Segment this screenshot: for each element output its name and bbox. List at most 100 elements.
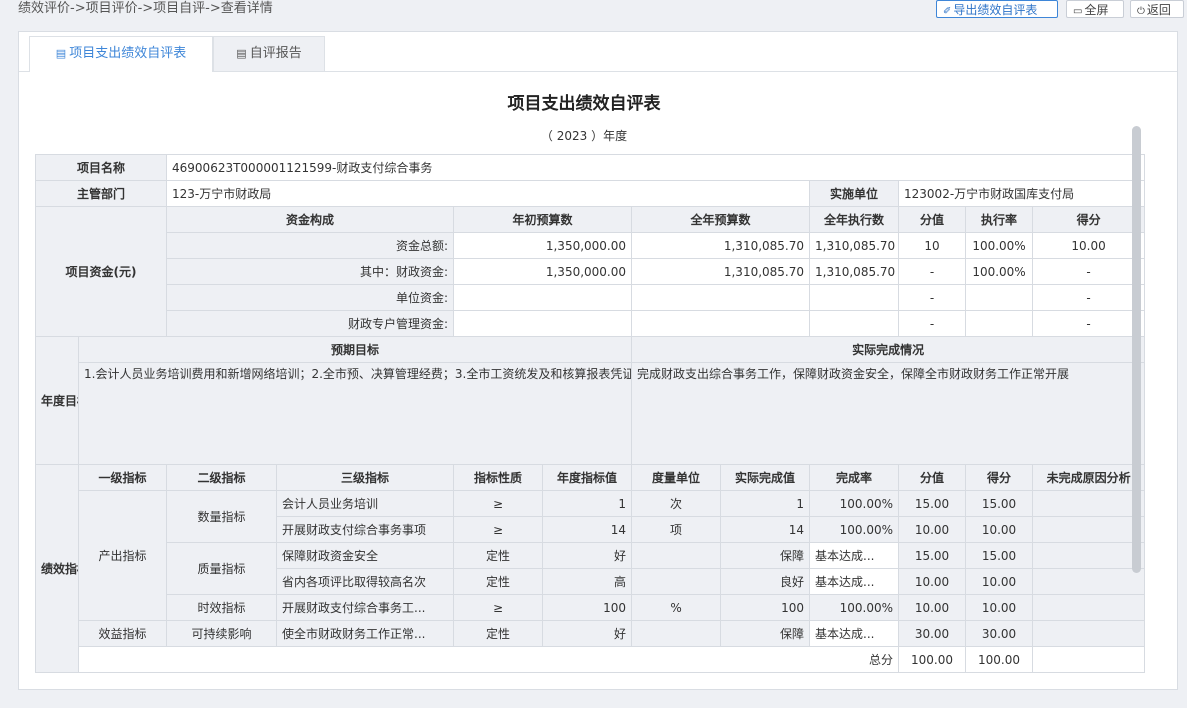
funds-cell: 1,310,085.70 bbox=[631, 232, 811, 259]
self-eval-table: 项目名称 46900623T000001121599-财政支付综合事务 主管部门… bbox=[34, 154, 1146, 673]
back-label: 返回 bbox=[1146, 3, 1171, 17]
value-cell: 30.00 bbox=[898, 620, 967, 647]
reason-cell bbox=[1032, 516, 1146, 543]
funds-header: 年初预算数 bbox=[453, 206, 633, 233]
level3-cell: 省内各项评比取得较高名次 bbox=[276, 568, 455, 595]
perf-header-row: 绩效指标 一级指标 二级指标 三级指标 指标性质 年度指标值 度量单位 实际完成… bbox=[35, 464, 1146, 673]
unit-value: 123002-万宁市财政国库支付局 bbox=[898, 180, 1146, 207]
total-reason bbox=[1032, 646, 1146, 673]
level2-cell: 可持续影响 bbox=[166, 620, 278, 647]
doc-year: （ 2023 ）年度 bbox=[19, 127, 1149, 144]
info-row-name: 项目名称 46900623T000001121599-财政支付综合事务 bbox=[34, 154, 1146, 181]
perf-row: 质量指标 保障财政资金安全 定性 好 保障 基本达成... 15.00 15.0… bbox=[36, 542, 1146, 595]
value-cell: 10.00 bbox=[898, 568, 967, 595]
funds-label: 项目资金(元) bbox=[34, 206, 168, 337]
level3-cell: 保障财政资金安全 bbox=[276, 542, 455, 569]
funds-cell: - bbox=[1032, 310, 1146, 337]
score-cell: 30.00 bbox=[965, 620, 1034, 647]
dept-value: 123-万宁市财政局 bbox=[166, 180, 811, 207]
target-cell: 100 bbox=[542, 594, 633, 621]
funds-header: 得分 bbox=[1032, 206, 1146, 233]
reason-cell bbox=[1032, 620, 1146, 647]
rate-cell: 基本达成... bbox=[809, 542, 900, 569]
top-bar: 绩效评价->项目评价->项目自评->查看详情 ✐ 导出绩效自评表 ▭ 全屏 ⏻ 返回 bbox=[0, 0, 1187, 26]
score-cell: 10.00 bbox=[965, 568, 1034, 595]
funds-cell: - bbox=[898, 284, 967, 311]
perf-header: 得分 bbox=[965, 464, 1034, 491]
funds-row: 单位资金: - - bbox=[36, 284, 1146, 311]
total-label: 总分 bbox=[77, 646, 900, 673]
back-button[interactable]: ⏻ 返回 bbox=[1130, 0, 1184, 18]
export-self-eval-button[interactable]: ✐ 导出绩效自评表 bbox=[936, 0, 1058, 18]
funds-cell bbox=[965, 284, 1034, 311]
window-icon: ▭ bbox=[1073, 6, 1083, 17]
total-value: 100.00 bbox=[898, 646, 967, 673]
funds-cell: - bbox=[898, 258, 967, 285]
tab-label: 自评报告 bbox=[249, 46, 302, 61]
year-close: ）年度 bbox=[591, 129, 628, 143]
funds-cell: 100.00% bbox=[965, 232, 1034, 259]
target-cell: 好 bbox=[542, 620, 633, 647]
level3-cell: 会计人员业务培训 bbox=[276, 490, 455, 517]
level1-cell: 效益指标 bbox=[77, 620, 168, 647]
goals-header-row: 年度目标 预期目标 实际完成情况 bbox=[35, 336, 1146, 465]
funds-cell bbox=[453, 310, 633, 337]
actual-cell: 保障 bbox=[720, 542, 811, 569]
tab-self-eval-table[interactable]: ▤ 项目支出绩效自评表 bbox=[29, 36, 213, 72]
funds-cell bbox=[631, 284, 811, 311]
perf-header: 年度指标值 bbox=[542, 464, 633, 491]
expected-header: 预期目标 bbox=[77, 336, 633, 363]
level1-cell: 产出指标 bbox=[77, 490, 168, 621]
funds-row: 财政专户管理资金: - - bbox=[36, 310, 1146, 337]
funds-cell: 其中：财政资金: bbox=[166, 258, 455, 285]
actual-cell: 14 bbox=[720, 516, 811, 543]
perf-header: 二级指标 bbox=[166, 464, 278, 491]
main-panel: ▤ 项目支出绩效自评表 ▤ 自评报告 项目支出绩效自评表 （ 2023 ）年度 项目… bbox=[18, 31, 1178, 690]
score-cell: 10.00 bbox=[965, 594, 1034, 621]
actual-cell: 保障 bbox=[720, 620, 811, 647]
perf-row: 时效指标 开展财政支付综合事务工... ≥ 100 % 100 100.00% … bbox=[36, 594, 1146, 621]
funds-header: 全年执行数 bbox=[809, 206, 900, 233]
value-cell: 15.00 bbox=[898, 490, 967, 517]
tab-self-eval-report[interactable]: ▤ 自评报告 bbox=[213, 36, 325, 71]
unit-cell: 次 bbox=[631, 490, 722, 517]
nature-cell: ≥ bbox=[453, 594, 544, 621]
actual-cell: 良好 bbox=[720, 568, 811, 595]
dept-label: 主管部门 bbox=[34, 180, 168, 207]
document-icon: ▤ bbox=[236, 47, 247, 60]
report-content: 项目支出绩效自评表 （ 2023 ）年度 项目名称 46900623T00000… bbox=[19, 72, 1149, 689]
fullscreen-button[interactable]: ▭ 全屏 bbox=[1066, 0, 1124, 18]
perf-label: 绩效指标 bbox=[35, 464, 79, 673]
actual-cell: 1 bbox=[720, 490, 811, 517]
funds-cell: 10 bbox=[898, 232, 967, 259]
funds-cell: - bbox=[1032, 284, 1146, 311]
level2-cell: 时效指标 bbox=[166, 594, 278, 621]
funds-header: 执行率 bbox=[965, 206, 1034, 233]
actual-header: 实际完成情况 bbox=[631, 336, 1146, 363]
nature-cell: 定性 bbox=[453, 568, 544, 595]
actual-cell: 100 bbox=[720, 594, 811, 621]
unit-cell bbox=[631, 620, 722, 647]
nature-cell: 定性 bbox=[453, 542, 544, 569]
perf-header: 未完成原因分析 bbox=[1032, 464, 1146, 491]
score-cell: 10.00 bbox=[965, 516, 1034, 543]
rate-cell: 基本达成... bbox=[809, 620, 900, 647]
power-icon: ⏻ bbox=[1137, 6, 1145, 17]
vertical-scrollbar[interactable] bbox=[1132, 126, 1141, 573]
goals-label: 年度目标 bbox=[35, 336, 79, 465]
goals-row: 1.会计人员业务培训费用和新增网络培训；2.全市预、决算管理经费；3.全市工资统… bbox=[36, 362, 1146, 465]
funds-cell: 单位资金: bbox=[166, 284, 455, 311]
year-open: （ bbox=[540, 129, 553, 143]
target-cell: 14 bbox=[542, 516, 633, 543]
funds-cell: 1,310,085.70 bbox=[809, 258, 900, 285]
level3-cell: 使全市财政财务工作正常... bbox=[276, 620, 455, 647]
target-cell: 高 bbox=[542, 568, 633, 595]
nature-cell: ≥ bbox=[453, 490, 544, 517]
year-value: 2023 bbox=[556, 129, 588, 143]
funds-cell: 10.00 bbox=[1032, 232, 1146, 259]
info-row-dept: 主管部门 123-万宁市财政局 实施单位 123002-万宁市财政国库支付局 bbox=[34, 180, 1146, 207]
unit-cell bbox=[631, 542, 722, 569]
funds-cell: 资金总额: bbox=[166, 232, 455, 259]
funds-cell bbox=[453, 284, 633, 311]
perf-header: 指标性质 bbox=[453, 464, 544, 491]
